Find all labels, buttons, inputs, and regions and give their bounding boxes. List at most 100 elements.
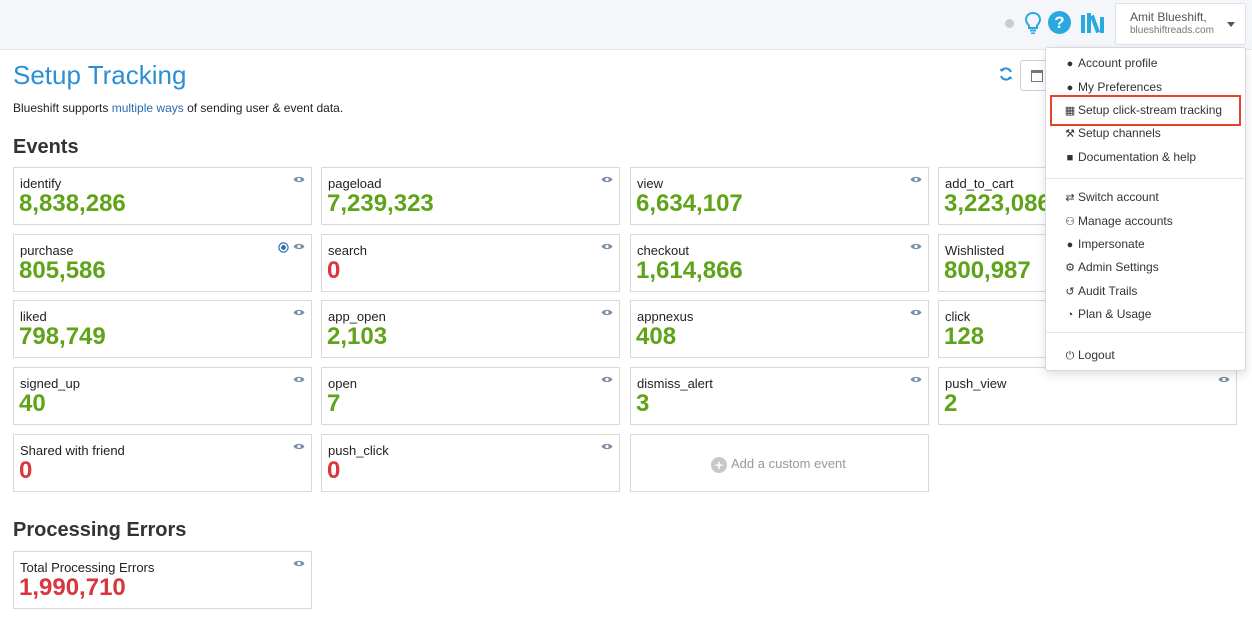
eye-icon[interactable] [293, 559, 305, 568]
event-card-signed-up[interactable]: signed_up 40 [13, 367, 312, 425]
eye-icon[interactable] [910, 242, 922, 251]
archive-icon: ■ [1066, 152, 1074, 164]
menu-item-label: My Preferences [1078, 80, 1163, 94]
multiple-ways-link[interactable]: multiple ways [112, 101, 184, 115]
eye-icon[interactable] [293, 442, 305, 451]
exchange-icon: ⇄ [1065, 192, 1075, 204]
menu-item-my-preferences[interactable]: ● My Preferences [1064, 80, 1162, 94]
eye-icon[interactable] [1218, 375, 1230, 384]
eye-icon[interactable] [293, 308, 305, 317]
target-icon[interactable] [278, 242, 289, 253]
eye-icon[interactable] [910, 308, 922, 317]
menu-item-label: Setup click-stream tracking [1078, 103, 1223, 117]
eye-icon[interactable] [293, 242, 305, 251]
menu-item-setup-click-stream-tracking[interactable]: ▦ Setup click-stream tracking [1064, 103, 1222, 117]
event-card-liked[interactable]: liked 798,749 [13, 300, 312, 358]
subtitle-text-end: of sending user & event data. [183, 101, 344, 115]
events-section-title: Events [13, 136, 79, 158]
eye-icon[interactable] [601, 442, 613, 451]
menu-item-label: Plan & Usage [1078, 307, 1152, 321]
refresh-icon[interactable] [998, 66, 1014, 82]
event-count: 128 [944, 323, 985, 350]
eye-icon[interactable] [601, 375, 613, 384]
event-card-open[interactable]: open 7 [321, 367, 620, 425]
eye-icon[interactable] [293, 375, 305, 384]
menu-item-logout[interactable]: ⏻ Logout [1064, 348, 1115, 363]
event-label: Shared with friend [20, 443, 125, 458]
event-count: 1,990,710 [19, 574, 126, 601]
event-card-push-view[interactable]: push_view 2 [938, 367, 1237, 425]
event-count: 3 [636, 390, 650, 417]
event-label: dismiss_alert [637, 376, 713, 391]
event-label: add_to_cart [945, 176, 1014, 191]
menu-item-impersonate[interactable]: ● Impersonate [1064, 237, 1145, 251]
menu-item-label: Logout [1078, 348, 1115, 362]
event-card-shared-with-friend[interactable]: Shared with friend 0 [13, 434, 312, 492]
add-custom-event-label: Add a custom event [731, 456, 846, 471]
menu-item-documentation-help[interactable]: ■ Documentation & help [1064, 150, 1196, 164]
event-card-search[interactable]: search 0 [321, 234, 620, 292]
menu-item-account-profile[interactable]: ● Account profile [1064, 56, 1158, 70]
event-label: appnexus [637, 309, 694, 324]
event-count: 7,239,323 [327, 190, 434, 217]
event-count: 8,838,286 [19, 190, 126, 217]
event-card-appnexus[interactable]: appnexus 408 [630, 300, 929, 358]
event-card-app-open[interactable]: app_open 2,103 [321, 300, 620, 358]
gear-icon: ⚙ [1065, 262, 1075, 274]
users-icon: ⚇ [1065, 216, 1075, 228]
menu-item-audit-trails[interactable]: ↺ Audit Trails [1064, 284, 1137, 298]
power-icon: ⏻ [1065, 350, 1075, 362]
user-icon: ● [1066, 82, 1074, 94]
event-label: view [637, 176, 664, 191]
eye-icon[interactable] [601, 308, 613, 317]
event-card-identify[interactable]: identify 8,838,286 [13, 167, 312, 225]
page-subtitle: Blueshift supports multiple ways of send… [13, 101, 343, 115]
menu-item-label: Audit Trails [1078, 284, 1138, 298]
eye-icon[interactable] [293, 175, 305, 184]
lightbulb-icon[interactable] [1024, 11, 1042, 35]
event-card-dismiss-alert[interactable]: dismiss_alert 3 [630, 367, 929, 425]
menu-item-label: Setup channels [1078, 126, 1161, 140]
event-label: pageload [328, 176, 382, 191]
menu-divider [1046, 178, 1245, 179]
event-label: Total Processing Errors [20, 560, 155, 575]
event-card-pageload[interactable]: pageload 7,239,323 [321, 167, 620, 225]
user-icon: ● [1066, 239, 1074, 251]
menu-item-label: Manage accounts [1078, 214, 1173, 228]
eye-icon[interactable] [601, 242, 613, 251]
event-label: Wishlisted [945, 243, 1005, 258]
subtitle-text: Blueshift supports [13, 101, 112, 115]
event-label: purchase [20, 243, 74, 258]
event-count: 805,586 [19, 257, 106, 284]
help-icon[interactable]: ? [1048, 11, 1071, 34]
event-card-view[interactable]: view 6,634,107 [630, 167, 929, 225]
event-card-push-click[interactable]: push_click 0 [321, 434, 620, 492]
add-custom-event-button[interactable]: + Add a custom event [630, 434, 929, 492]
menu-item-setup-channels[interactable]: ⚒ Setup channels [1064, 126, 1161, 140]
event-card-purchase[interactable]: purchase 805,586 [13, 234, 312, 292]
menu-item-admin-settings[interactable]: ⚙ Admin Settings [1064, 260, 1159, 274]
eye-icon[interactable] [910, 175, 922, 184]
event-label: liked [20, 309, 47, 324]
user-org: blueshiftreads.com [1130, 25, 1214, 36]
user-menu-toggle[interactable]: Amit Blueshift, blueshiftreads.com [1115, 3, 1246, 45]
processing-errors-card[interactable]: Total Processing Errors 1,990,710 [13, 551, 312, 609]
event-label: open [328, 376, 357, 391]
event-label: signed_up [20, 376, 80, 391]
event-count: 798,749 [19, 323, 106, 350]
library-icon[interactable] [1080, 11, 1107, 35]
event-label: push_click [328, 443, 389, 458]
event-card-checkout[interactable]: checkout 1,614,866 [630, 234, 929, 292]
event-count: 2,103 [327, 323, 388, 350]
menu-item-manage-accounts[interactable]: ⚇ Manage accounts [1064, 214, 1173, 228]
event-count: 6,634,107 [636, 190, 743, 217]
menu-item-label: Switch account [1078, 190, 1159, 204]
event-label: identify [20, 176, 62, 191]
menu-item-plan-usage[interactable]: ◔ Plan & Usage [1064, 307, 1152, 321]
eye-icon[interactable] [910, 375, 922, 384]
event-count: 0 [327, 457, 341, 484]
calendar-icon [1031, 70, 1043, 82]
menu-item-switch-account[interactable]: ⇄ Switch account [1064, 190, 1159, 204]
eye-icon[interactable] [601, 175, 613, 184]
plus-circle-icon: + [711, 457, 727, 473]
